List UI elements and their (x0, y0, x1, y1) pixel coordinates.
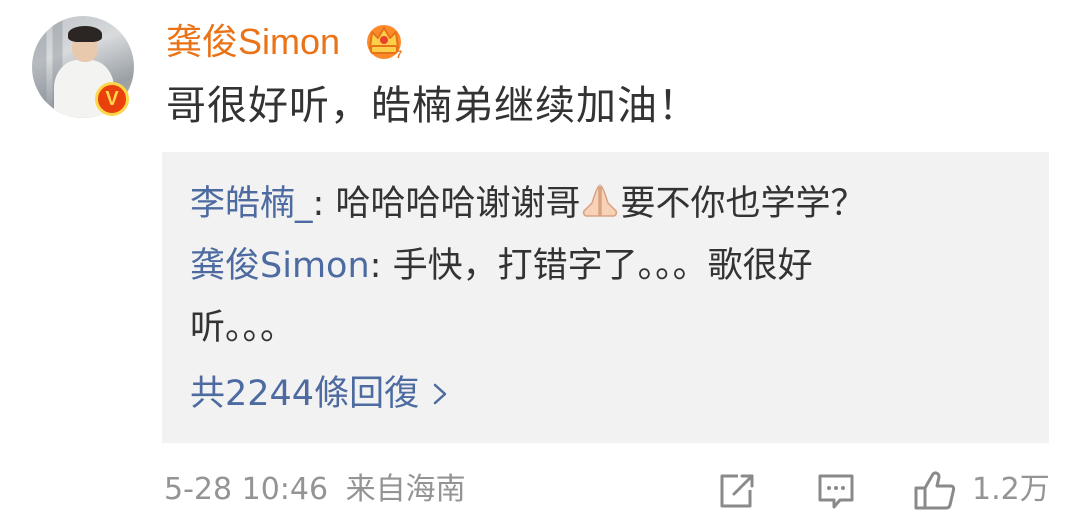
comment-source: 来自海南 (345, 472, 466, 507)
reply-author[interactable]: 李皓楠_ (190, 184, 313, 224)
crown-icon: 7 (367, 25, 402, 61)
avatar-figure-hair (68, 26, 102, 42)
reply-text: 手快，打错字了。。。歌很好 (392, 246, 813, 286)
comment-time: 5-28 10:46 (164, 472, 329, 507)
comment-icon[interactable] (816, 466, 856, 514)
chevron-right-icon (433, 383, 447, 405)
reply-text-continued: 听。。。 (190, 308, 296, 348)
reply-author[interactable]: 龚俊Simon (190, 246, 370, 286)
reply-item: 龚俊Simon: 手快，打错字了。。。歌很好 (190, 242, 813, 290)
folded-hands-icon (583, 184, 618, 217)
like-count: 1.2万 (972, 472, 1050, 507)
like-icon[interactable] (913, 466, 957, 514)
comment-meta: 5-28 10:46 来自海南 (164, 468, 466, 512)
reply-separator: : (312, 184, 336, 224)
reply-text: 哈哈哈哈谢谢哥 (335, 184, 581, 224)
reply-separator: : (369, 246, 393, 286)
share-icon[interactable] (716, 466, 756, 514)
comment-username[interactable]: 龚俊Simon (166, 18, 340, 66)
verified-badge: V (95, 82, 129, 116)
svg-text:7: 7 (396, 49, 402, 61)
comment-text: 哥很好听，皓楠弟继续加油！ (166, 83, 699, 129)
more-replies-label: 共2244條回復 (190, 374, 420, 414)
reply-text-tail: 要不你也学学？ (620, 184, 866, 224)
more-replies-link[interactable]: 共2244條回復 (190, 370, 447, 418)
reply-item: 李皓楠_: 哈哈哈哈谢谢哥 要不你也学学？ (190, 180, 865, 228)
replies-panel[interactable]: 李皓楠_: 哈哈哈哈谢谢哥 要不你也学学？ 龚俊Simon: 手快，打错字了。。… (162, 152, 1049, 443)
